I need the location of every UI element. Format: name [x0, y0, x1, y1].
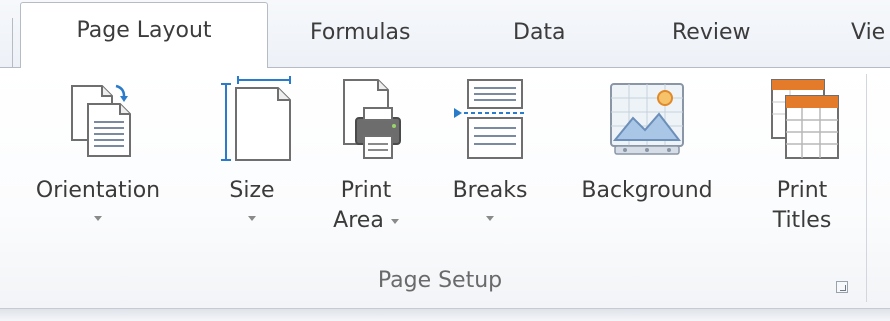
print-area-icon — [326, 74, 406, 164]
size-button[interactable]: Size — [204, 74, 300, 270]
background-button[interactable]: Background — [552, 74, 742, 270]
print-area-line2-text: Area — [333, 208, 384, 233]
tab-page-layout[interactable]: Page Layout — [20, 2, 268, 68]
size-label: Size — [229, 178, 275, 203]
print-area-line2: Area — [333, 206, 399, 236]
group-separator — [866, 74, 867, 302]
chevron-down-icon — [94, 215, 102, 221]
tab-review[interactable]: Review — [672, 18, 751, 48]
orientation-button[interactable]: Orientation — [0, 74, 196, 270]
print-titles-button[interactable]: Print Titles — [752, 74, 852, 270]
chevron-down-icon — [486, 215, 494, 221]
chevron-down-icon — [248, 215, 256, 221]
tab-view[interactable]: Vie — [851, 18, 885, 48]
group-label-page-setup: Page Setup — [377, 268, 503, 293]
breaks-icon — [450, 74, 530, 164]
breaks-label: Breaks — [452, 178, 528, 203]
orientation-icon — [58, 74, 138, 164]
background-label: Background — [581, 178, 713, 203]
print-titles-label: Print Titles — [773, 176, 832, 236]
dialog-launcher-icon[interactable] — [836, 281, 848, 293]
orientation-label: Orientation — [35, 178, 161, 203]
ribbon-panel: Orientation Size Print Area Breaks Backg… — [0, 68, 890, 308]
tab-strip-edge — [12, 18, 13, 68]
chevron-down-icon — [390, 218, 399, 224]
ribbon-tab-strip: Page Layout Formulas Data Review Vie — [0, 0, 890, 68]
print-area-button[interactable]: Print Area — [316, 74, 416, 270]
ribbon-bottom-edge — [0, 308, 890, 321]
tab-data[interactable]: Data — [513, 18, 566, 48]
print-titles-icon — [762, 74, 842, 164]
tab-formulas[interactable]: Formulas — [310, 18, 410, 48]
print-area-line1: Print — [340, 178, 392, 203]
print-area-label: Print Area — [333, 176, 399, 236]
background-icon — [607, 74, 687, 164]
size-icon — [212, 74, 292, 164]
breaks-button[interactable]: Breaks — [438, 74, 542, 270]
print-titles-line2: Titles — [772, 208, 832, 233]
print-titles-line1: Print — [776, 178, 828, 203]
